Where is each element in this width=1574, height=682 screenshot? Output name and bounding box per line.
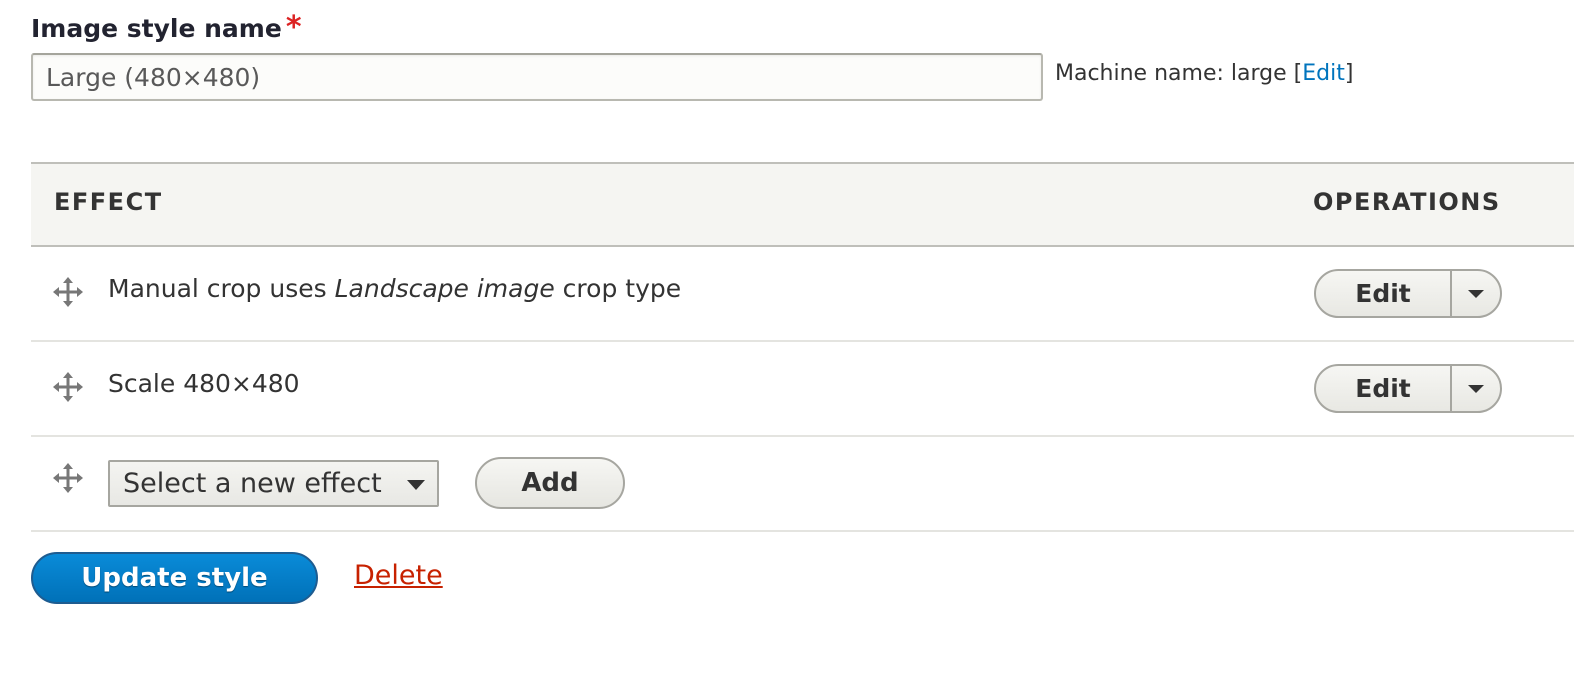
crop-type-name: Landscape image (334, 274, 555, 303)
operations-dropbutton: Edit (1314, 364, 1502, 413)
image-style-edit-form: Image style name* Machine name: large [E… (0, 0, 1574, 682)
delete-link[interactable]: Delete (354, 560, 443, 591)
chevron-down-icon (1468, 289, 1484, 298)
table-row: Scale 480×480 Edit (31, 342, 1574, 437)
operations-dropbutton: Edit (1314, 269, 1502, 318)
table-row: Manual crop uses Landscape image crop ty… (31, 247, 1574, 342)
column-header-effect: EFFECT (54, 188, 163, 216)
effects-table: EFFECT OPERATIONS Manual crop uses Lands… (31, 162, 1574, 532)
drag-handle-icon[interactable] (53, 463, 83, 493)
effect-summary-text: crop type (554, 274, 682, 303)
edit-effect-button[interactable]: Edit (1316, 366, 1452, 411)
operations-toggle[interactable] (1452, 271, 1500, 316)
machine-name-suffix: ] (1344, 61, 1354, 86)
effect-summary: Manual crop uses Landscape image crop ty… (108, 274, 681, 303)
machine-name-edit-link[interactable]: Edit (1302, 61, 1345, 86)
effect-summary: Scale 480×480 (108, 369, 300, 398)
new-effect-select[interactable]: Select a new effect (108, 460, 439, 507)
machine-name: Machine name: large [Edit] (1055, 61, 1353, 86)
drag-handle-icon[interactable] (53, 372, 83, 402)
column-header-operations: OPERATIONS (1313, 188, 1501, 216)
image-style-name-label: Image style name * (31, 10, 302, 45)
table-header: EFFECT OPERATIONS (31, 162, 1574, 247)
machine-name-prefix: Machine name: large [ (1055, 61, 1303, 86)
add-effect-button[interactable]: Add (475, 457, 625, 509)
drag-handle-icon[interactable] (53, 277, 83, 307)
image-style-name-input[interactable] (31, 53, 1043, 101)
operations-toggle[interactable] (1452, 366, 1500, 411)
required-marker: * (285, 10, 302, 45)
field-label-text: Image style name (31, 14, 282, 43)
update-style-button[interactable]: Update style (31, 552, 318, 604)
edit-effect-button[interactable]: Edit (1316, 271, 1452, 316)
chevron-down-icon (407, 480, 425, 490)
effect-summary-text: Manual crop uses (108, 274, 335, 303)
new-effect-select-value: Select a new effect (123, 468, 382, 499)
chevron-down-icon (1468, 384, 1484, 393)
new-effect-row: Select a new effect Add (31, 437, 1574, 532)
